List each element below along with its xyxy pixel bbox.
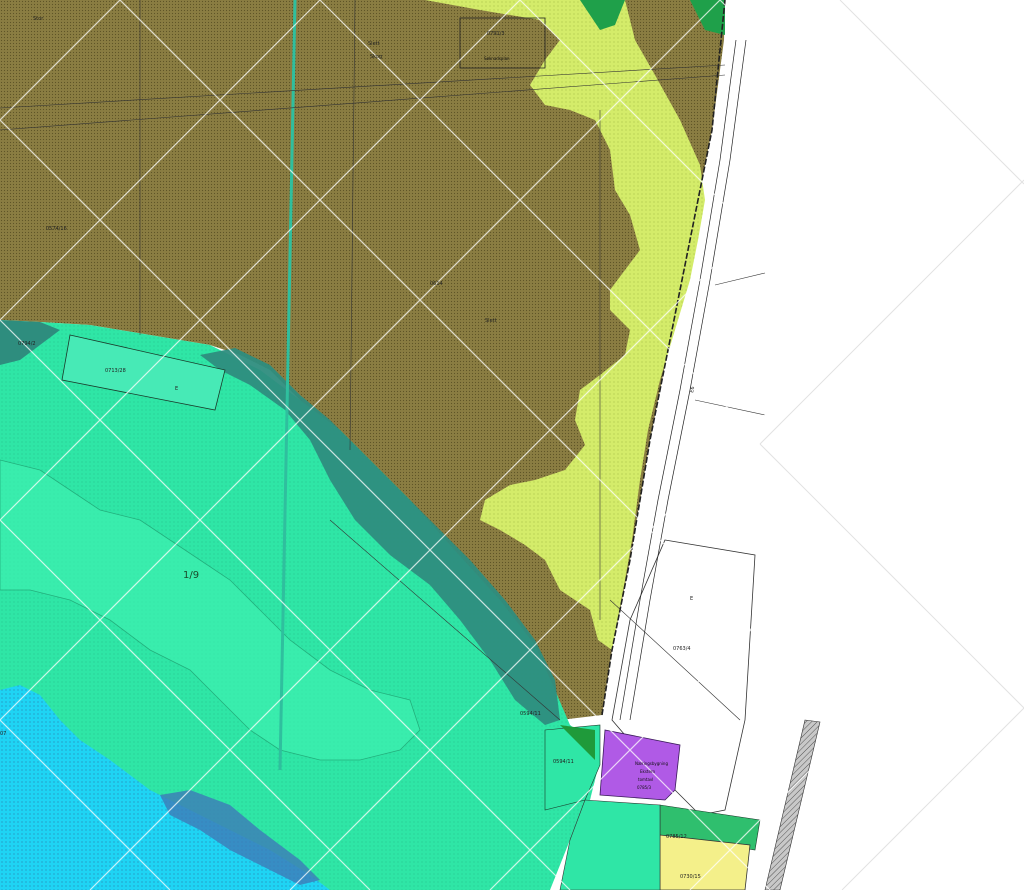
- label-top-mid-a: Slett: [368, 41, 380, 47]
- label-field-center: 0614: [430, 281, 443, 287]
- label-purple-2: Ekstern: [640, 769, 656, 774]
- label-field-plot: 0574/16: [46, 226, 67, 232]
- label-left-edge: 07: [0, 731, 6, 737]
- label-purple-4: 0785/3: [637, 785, 652, 790]
- label-left-small: 0794/2: [18, 341, 36, 347]
- label-mid-small: 0785/12: [666, 834, 687, 840]
- label-field-right: Slett: [485, 318, 497, 324]
- label-top-left-a: Stor: [33, 16, 44, 22]
- label-bottom-plot-b: 0594/11: [553, 759, 574, 765]
- label-north-plot: 0791/3: [487, 31, 505, 37]
- label-top-mid-b: Skog: [370, 54, 382, 60]
- label-purple-3: tomtavl: [638, 777, 653, 782]
- label-purple-1: Næringsbygning: [635, 761, 668, 766]
- label-left-strip-sym: E: [175, 386, 178, 392]
- label-north-plot-sub: Søknadsplan: [484, 56, 510, 61]
- zoning-map: 0791/3 Søknadsplan Stor Slett Skog 0574/…: [0, 0, 1024, 890]
- label-yellow-plot: 0730/15: [680, 874, 701, 880]
- label-bottom-plot: 0594/11: [520, 711, 541, 717]
- label-center-green: 1/9: [183, 570, 199, 581]
- label-white-plot: 0763/4: [673, 646, 691, 652]
- label-left-strip: 0713/28: [105, 368, 126, 374]
- label-white-plot-sym: E: [690, 596, 693, 602]
